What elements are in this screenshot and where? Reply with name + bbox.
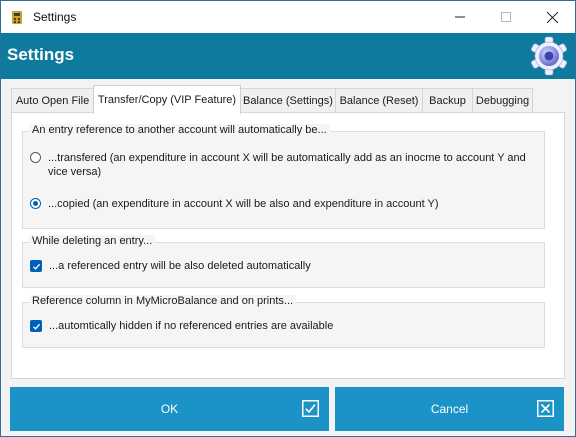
checkmark-icon xyxy=(32,323,40,330)
tab-debugging[interactable]: Debugging xyxy=(472,88,533,112)
tab-transfer-copy[interactable]: Transfer/Copy (VIP Feature) xyxy=(93,85,241,114)
tab-auto-open-file[interactable]: Auto Open File xyxy=(11,88,94,112)
reference-group: An entry reference to another account wi… xyxy=(22,124,545,229)
tab-panel: An entry reference to another account wi… xyxy=(11,112,565,379)
minimize-icon xyxy=(455,16,465,18)
maximize-icon xyxy=(501,12,511,22)
cancel-button[interactable]: Cancel xyxy=(335,387,564,431)
cancel-button-label: Cancel xyxy=(430,402,469,416)
tab-balance-settings[interactable]: Balance (Settings) xyxy=(240,88,336,112)
hide-column-option[interactable]: ...automtically hidden if no referenced … xyxy=(30,319,530,333)
copy-radio[interactable] xyxy=(30,198,41,209)
maximize-button[interactable] xyxy=(483,1,529,33)
tab-label: Balance (Reset) xyxy=(339,94,419,107)
tab-label: Balance (Settings) xyxy=(243,94,333,107)
transfer-radio[interactable] xyxy=(30,152,41,163)
settings-header: Settings xyxy=(1,33,575,79)
copy-option[interactable]: ...copied (an expenditure in account X w… xyxy=(30,197,530,211)
window-title: Settings xyxy=(33,10,77,24)
close-button[interactable] xyxy=(529,1,575,33)
tab-backup[interactable]: Backup xyxy=(422,88,473,112)
reference-group-legend: An entry reference to another account wi… xyxy=(29,124,330,136)
transfer-option-label: ...transfered (an expenditure in account… xyxy=(48,152,526,178)
title-bar: Settings xyxy=(1,1,575,33)
header-title: Settings xyxy=(7,45,75,64)
hide-column-label: ...automtically hidden if no referenced … xyxy=(49,320,334,332)
tab-balance-reset[interactable]: Balance (Reset) xyxy=(335,88,423,112)
delete-referenced-checkbox[interactable] xyxy=(30,260,42,272)
column-group-legend: Reference column in MyMicroBalance and o… xyxy=(29,295,297,307)
deleting-group: While deleting an entry... ...a referenc… xyxy=(22,235,545,288)
minimize-button[interactable] xyxy=(437,1,483,33)
close-icon xyxy=(546,11,558,23)
settings-window: Settings Settings Auto Open File Transfe… xyxy=(0,0,576,437)
hide-column-checkbox[interactable] xyxy=(30,320,42,332)
column-group: Reference column in MyMicroBalance and o… xyxy=(22,295,545,348)
checkbox-x-icon xyxy=(537,400,554,417)
delete-referenced-label: ...a referenced entry will be also delet… xyxy=(49,260,311,272)
checkmark-icon xyxy=(32,263,40,270)
tab-label: Debugging xyxy=(475,94,530,107)
checkbox-check-icon xyxy=(302,400,319,417)
tab-label: Transfer/Copy (VIP Feature) xyxy=(97,94,237,106)
transfer-option[interactable]: ...transfered (an expenditure in account… xyxy=(30,151,530,179)
tab-label: Auto Open File xyxy=(15,94,90,107)
tab-label: Backup xyxy=(429,94,466,107)
ok-button[interactable]: OK xyxy=(10,387,329,431)
delete-referenced-option[interactable]: ...a referenced entry will be also delet… xyxy=(30,259,530,273)
gear-icon xyxy=(530,36,568,76)
ok-button-label: OK xyxy=(160,402,179,416)
deleting-group-legend: While deleting an entry... xyxy=(29,235,156,247)
app-icon xyxy=(12,11,22,24)
copy-option-label: ...copied (an expenditure in account X w… xyxy=(48,198,439,210)
